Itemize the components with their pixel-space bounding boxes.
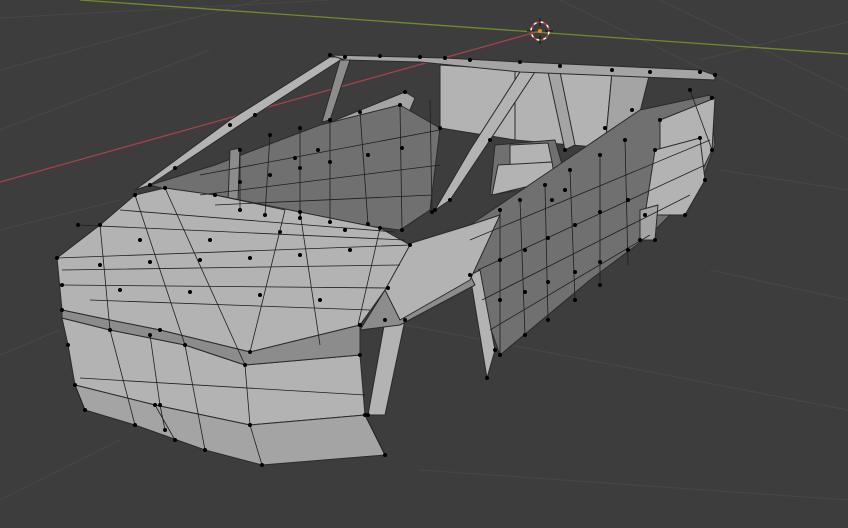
3d-cursor-icon[interactable] xyxy=(527,18,553,44)
y-axis-line xyxy=(79,0,848,55)
3d-viewport[interactable] xyxy=(0,0,848,528)
car-mesh[interactable] xyxy=(55,53,717,467)
seat-block[interactable] xyxy=(509,142,553,166)
rear-skirt[interactable] xyxy=(639,204,659,241)
viewport-canvas[interactable] xyxy=(0,0,848,528)
right-front-pillar[interactable] xyxy=(367,319,406,416)
left-door-trim[interactable] xyxy=(227,147,241,203)
